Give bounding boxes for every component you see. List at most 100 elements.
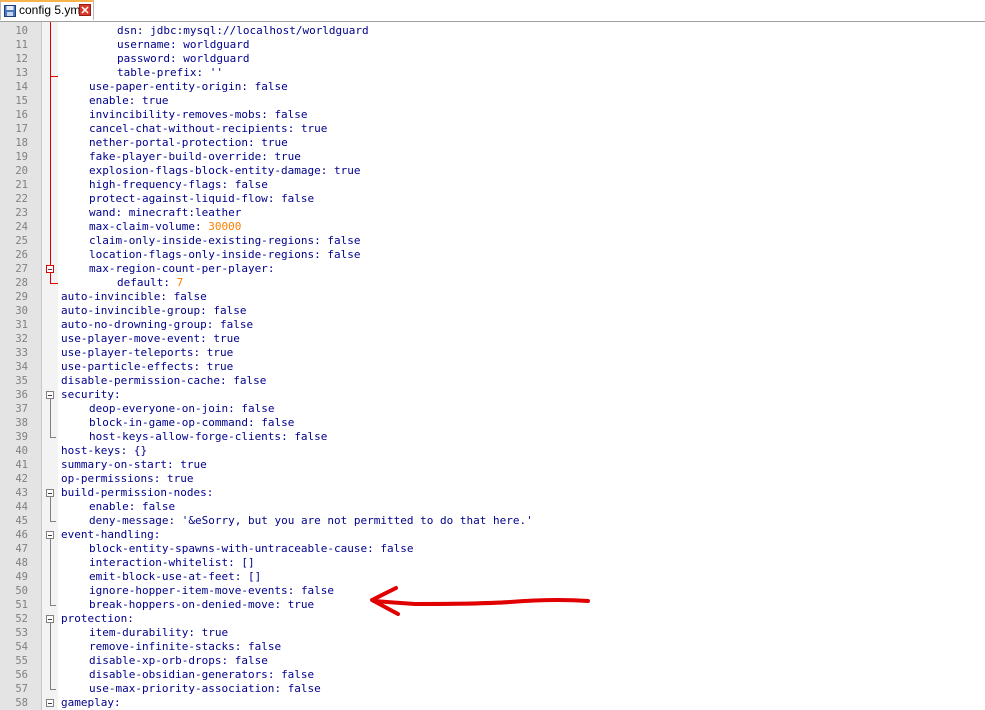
code-line[interactable]: 25 claim-only-inside-existing-regions: fa… <box>0 234 985 248</box>
code-line[interactable]: 54 remove-infinite-stacks: false <box>0 640 985 654</box>
yaml-value: false <box>233 374 267 387</box>
line-text: username: worldguard <box>117 38 249 52</box>
yaml-value: worldguard <box>183 52 250 65</box>
code-line[interactable]: 15 enable: true <box>0 94 985 108</box>
yaml-value: true <box>300 122 328 135</box>
code-line[interactable]: 39 host-keys-allow-forge-clients: false <box>0 430 985 444</box>
code-line[interactable]: 45 deny-message: '&eSorry, but you are no… <box>0 514 985 528</box>
line-text: fake-player-build-override: true <box>89 150 301 164</box>
line-text: interaction-whitelist: [] <box>89 556 255 570</box>
yaml-key: block-entity-spawns-with-untraceable-cau… <box>89 542 368 555</box>
yaml-colon: : <box>120 444 134 457</box>
yaml-key: host-keys <box>61 444 121 457</box>
code-line[interactable]: 30 auto-invincible-group: false <box>0 304 985 318</box>
yaml-colon: : <box>241 80 255 93</box>
line-number: 41 <box>15 459 28 471</box>
code-line[interactable]: 14 use-paper-entity-origin: false <box>0 80 985 94</box>
code-line[interactable]: 53 item-durability: true <box>0 626 985 640</box>
code-line[interactable]: 47 block-entity-spawns-with-untraceable-c… <box>0 542 985 556</box>
yaml-colon: : <box>274 682 288 695</box>
tab-config-5-yml[interactable]: config 5.yml <box>0 0 94 20</box>
code-line[interactable]: 24 max-claim-volume: 30000 <box>0 220 985 234</box>
yaml-colon: : <box>219 374 234 387</box>
code-line[interactable]: 57 use-max-priority-association: false <box>0 682 985 696</box>
code-line[interactable]: 55 disable-xp-orb-drops: false <box>0 654 985 668</box>
code-line[interactable]: 31 auto-no-drowning-group: false <box>0 318 985 332</box>
code-line[interactable]: 26 location-flags-only-inside-regions: fa… <box>0 248 985 262</box>
code-line[interactable]: 33 use-player-teleports: true <box>0 346 985 360</box>
line-text: wand: minecraft:leather <box>89 206 241 220</box>
code-line[interactable]: 48 interaction-whitelist: [] <box>0 556 985 570</box>
yaml-key: wand <box>89 206 116 219</box>
line-text: use-player-teleports: true <box>61 346 233 360</box>
code-line[interactable]: 29 auto-invincible: false <box>0 290 985 304</box>
code-line[interactable]: 41 summary-on-start: true <box>0 458 985 472</box>
code-line[interactable]: 42 op-permissions: true <box>0 472 985 486</box>
code-line[interactable]: 28 default: 7 <box>0 276 985 290</box>
line-number: 14 <box>15 81 28 93</box>
code-line[interactable]: 43 build-permission-nodes: <box>0 486 985 500</box>
line-number: 20 <box>15 165 28 177</box>
line-number: 11 <box>15 39 28 51</box>
code-line[interactable]: 13 table-prefix: '' <box>0 66 985 80</box>
yaml-value: false <box>287 682 321 695</box>
code-line[interactable]: 22 protect-against-liquid-flow: false <box>0 192 985 206</box>
code-line[interactable]: 40 host-keys: {} <box>0 444 985 458</box>
code-line[interactable]: 17 cancel-chat-without-recipients: true <box>0 122 985 136</box>
code-line[interactable]: 35 disable-permission-cache: false <box>0 374 985 388</box>
yaml-value: true <box>213 332 240 345</box>
yaml-colon: : <box>200 332 214 345</box>
yaml-key: disable-permission-cache <box>61 374 220 387</box>
yaml-colon: : <box>314 248 328 261</box>
yaml-colon: : <box>169 52 184 65</box>
line-number: 21 <box>15 179 28 191</box>
line-number: 45 <box>15 515 28 527</box>
code-line[interactable]: 16 invincibility-removes-mobs: false <box>0 108 985 122</box>
yaml-key: dsn <box>117 24 137 37</box>
code-line[interactable]: 12 password: worldguard <box>0 52 985 66</box>
code-line[interactable]: 46 event-handling: <box>0 528 985 542</box>
code-line[interactable]: 58 gameplay: <box>0 696 985 710</box>
yaml-value: true <box>206 360 234 373</box>
yaml-key: summary-on-start <box>61 458 167 471</box>
code-line[interactable]: 36 security: <box>0 388 985 402</box>
code-line[interactable]: 11 username: worldguard <box>0 38 985 52</box>
code-line[interactable]: 18 nether-portal-protection: true <box>0 136 985 150</box>
line-text: use-player-move-event: true <box>61 332 240 346</box>
code-line[interactable]: 19 fake-player-build-override: true <box>0 150 985 164</box>
code-line[interactable]: 27 max-region-count-per-player: <box>0 262 985 276</box>
yaml-value: '&eSorry, but you are not permitted to d… <box>181 514 533 527</box>
yaml-colon: : <box>113 696 121 709</box>
yaml-value: 30000 <box>208 220 242 233</box>
code-line[interactable]: 37 deop-everyone-on-join: false <box>0 402 985 416</box>
code-line[interactable]: 44 enable: false <box>0 500 985 514</box>
line-number: 32 <box>15 333 28 345</box>
line-text: ignore-hopper-item-move-events: false <box>89 584 334 598</box>
line-text: op-permissions: true <box>61 472 193 486</box>
code-line[interactable]: 32 use-player-move-event: true <box>0 332 985 346</box>
line-text: protect-against-liquid-flow: false <box>89 192 314 206</box>
code-line[interactable]: 38 block-in-game-op-command: false <box>0 416 985 430</box>
yaml-colon: : <box>113 388 121 401</box>
code-line[interactable]: 21 high-frequency-flags: false <box>0 178 985 192</box>
line-text: deny-message: '&eSorry, but you are not … <box>89 514 533 528</box>
yaml-key: protection <box>61 612 128 625</box>
yaml-colon: : <box>274 598 288 611</box>
close-icon[interactable] <box>79 4 91 16</box>
code-line[interactable]: 34 use-particle-effects: true <box>0 360 985 374</box>
code-line[interactable]: 20 explosion-flags-block-entity-damage: t… <box>0 164 985 178</box>
line-number: 24 <box>15 221 28 233</box>
line-number: 55 <box>15 655 28 667</box>
line-text: build-permission-nodes: <box>61 486 213 500</box>
yaml-key: auto-invincible-group <box>61 304 201 317</box>
code-line[interactable]: 56 disable-obsidian-generators: false <box>0 668 985 682</box>
line-text: summary-on-start: true <box>61 458 207 472</box>
yaml-value: true <box>166 472 194 485</box>
yaml-colon: : <box>221 654 235 667</box>
code-line[interactable]: 10 dsn: jdbc:mysql://localhost/worldguard <box>0 24 985 38</box>
line-text: max-claim-volume: 30000 <box>89 220 241 234</box>
yaml-colon: : <box>228 402 242 415</box>
code-line[interactable]: 23 wand: minecraft:leather <box>0 206 985 220</box>
yaml-key: fake-player-build-override <box>89 150 262 163</box>
yaml-value: false <box>294 430 328 443</box>
